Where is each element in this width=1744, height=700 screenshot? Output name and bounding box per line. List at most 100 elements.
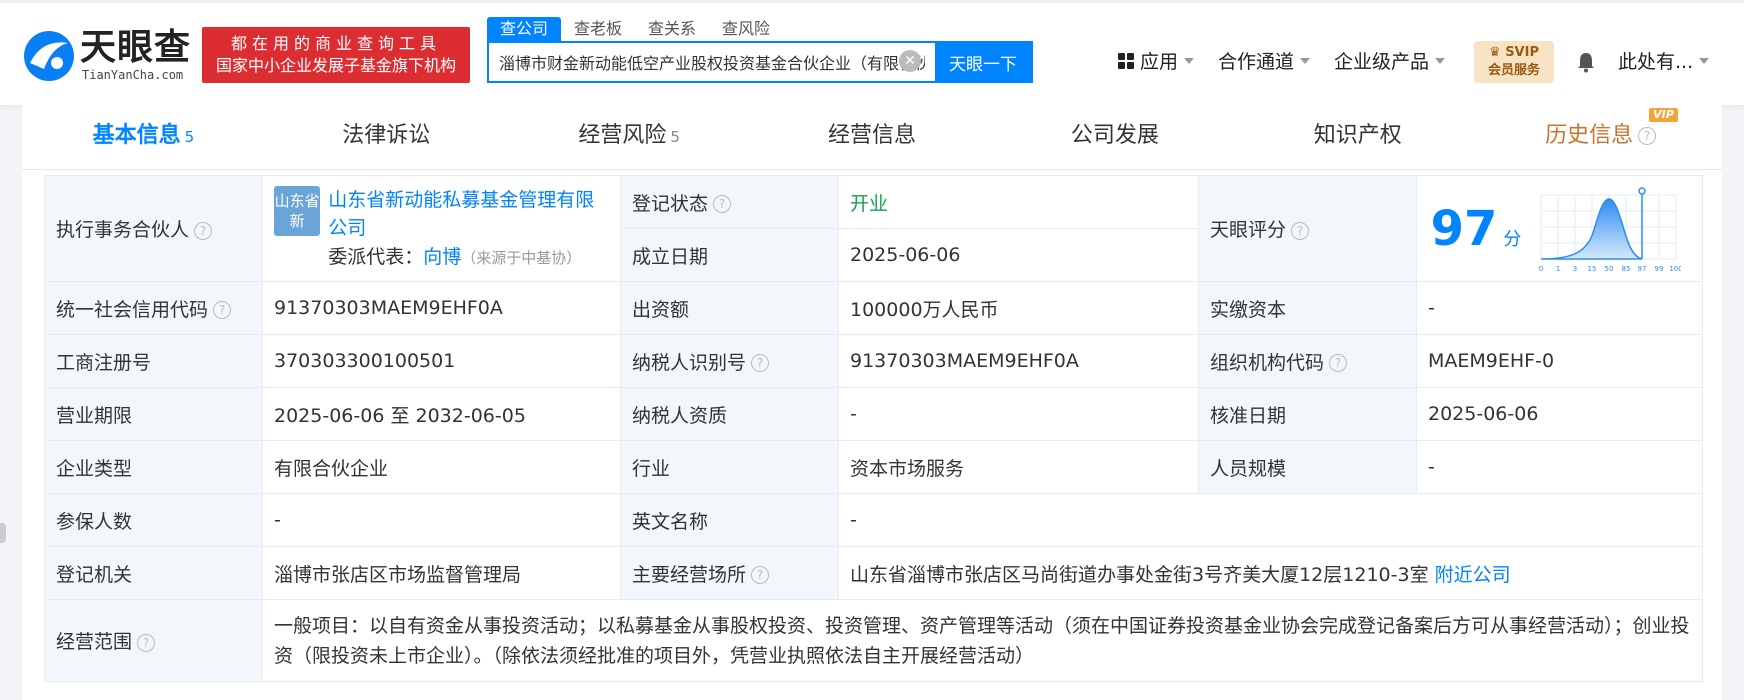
- tax-label-cell: 纳税人识别号?: [620, 334, 839, 388]
- search-tab-company[interactable]: 查公司: [487, 17, 562, 41]
- help-icon[interactable]: ?: [751, 354, 770, 372]
- search-box: ✕ 天眼一下: [487, 41, 1033, 83]
- clear-icon[interactable]: ✕: [899, 50, 921, 72]
- authority-value: 淄博市张店区市场监督管理局: [262, 546, 621, 600]
- insured-label: 参保人数: [44, 493, 263, 547]
- score-cell[interactable]: 97 分 0 1 3 15 50 85 97 99 100: [1416, 175, 1703, 282]
- tab-label: 经营风险: [578, 123, 667, 148]
- rep-name-link[interactable]: 向博: [423, 246, 461, 268]
- search-input[interactable]: [489, 43, 935, 81]
- table-row: 工商注册号 370303300100501 纳税人识别号? 91370303MA…: [44, 334, 1703, 388]
- logo-subtext: TianYanCha.com: [82, 68, 184, 82]
- tab-ip[interactable]: 知识产权: [1236, 105, 1479, 169]
- score-tick: 50: [1605, 265, 1614, 273]
- partner-cell: 山东省新 山东省新动能私募基金管理有限公司 委派代表：向博（来源于中基协）: [262, 175, 621, 282]
- logo-text: 天眼查: [80, 27, 192, 68]
- nav-enterprise-products[interactable]: 企业级产品: [1334, 47, 1446, 74]
- vip-badge: VIP: [1649, 108, 1678, 122]
- table-row: 参保人数 - 英文名称 -: [44, 493, 1703, 547]
- tab-label: 法律诉讼: [342, 123, 431, 148]
- user-menu[interactable]: 此处有...: [1618, 47, 1710, 74]
- top-nav: 应用 合作通道 企业级产品: [1118, 47, 1469, 74]
- status-label-cell: 登记状态?: [620, 175, 839, 229]
- insured-value: -: [262, 493, 621, 547]
- partner-label-cell: 执行事务合伙人?: [44, 175, 263, 282]
- svip-service-label: 会员服务: [1487, 63, 1540, 78]
- nav-enterprise-label: 企业级产品: [1334, 51, 1430, 73]
- help-icon[interactable]: ?: [194, 221, 213, 240]
- credit-value: 91370303MAEM9EHF0A: [262, 281, 621, 335]
- score-distribution-chart: 0 1 3 15 50 85 97 99 100: [1539, 186, 1681, 273]
- partner-block: 山东省新 山东省新动能私募基金管理有限公司 委派代表：向博（来源于中基协）: [274, 186, 609, 271]
- staff-value: -: [1416, 440, 1703, 494]
- authority-label: 登记机关: [44, 546, 263, 600]
- nav-cooperation[interactable]: 合作通道: [1218, 47, 1311, 74]
- address-label-cell: 主要经营场所?: [620, 546, 839, 600]
- score-tick: 100: [1669, 265, 1681, 273]
- tab-operation[interactable]: 经营信息: [751, 105, 994, 169]
- app-root: 天眼查 TianYanCha.com 都在用的商业查询工具 国家中小企业发展子基…: [0, 0, 1744, 700]
- basic-info-table: 执行事务合伙人? 山东省新 山东省新动能私募基金管理有限公司 委派代表：向博（来…: [44, 175, 1703, 682]
- nav-cooperation-label: 合作通道: [1218, 51, 1295, 73]
- score-block: 97 分 0 1 3 15 50 85 97 99 100: [1421, 183, 1698, 275]
- score-display: 97 分: [1421, 201, 1531, 257]
- status-value: 开业: [838, 175, 1199, 229]
- svip-button[interactable]: ♛ SVIP 会员服务: [1474, 41, 1554, 83]
- table-row: 执行事务合伙人? 山东省新 山东省新动能私募基金管理有限公司 委派代表：向博（来…: [44, 175, 1703, 282]
- tax-value: 91370303MAEM9EHF0A: [838, 334, 1199, 388]
- capital-label: 出资额: [620, 281, 839, 335]
- partner-name-link[interactable]: 山东省新动能私募基金管理有限公司: [328, 186, 609, 242]
- reg-value: 370303300100501: [262, 334, 621, 388]
- help-icon[interactable]: ?: [1638, 127, 1657, 145]
- basic-info-panel: 执行事务合伙人? 山东省新 山东省新动能私募基金管理有限公司 委派代表：向博（来…: [22, 170, 1722, 700]
- tab-label: 历史信息: [1545, 123, 1634, 148]
- term-label: 营业期限: [44, 387, 263, 441]
- help-icon[interactable]: ?: [1291, 221, 1310, 240]
- help-icon[interactable]: ?: [1329, 354, 1348, 372]
- score-label-cell: 天眼评分?: [1198, 175, 1417, 282]
- user-name: 此处有...: [1618, 51, 1694, 73]
- partner-info: 山东省新动能私募基金管理有限公司 委派代表：向博（来源于中基协）: [328, 186, 609, 271]
- tab-history[interactable]: 历史信息? VIP: [1479, 105, 1722, 169]
- status-label: 登记状态: [632, 192, 709, 215]
- chevron-down-icon: [1435, 57, 1446, 64]
- tab-risk[interactable]: 经营风险 5: [508, 105, 751, 169]
- nav-apps-label: 应用: [1140, 51, 1179, 73]
- tab-development[interactable]: 公司发展: [993, 105, 1236, 169]
- search-type-tabs: 查公司 查老板 查关系 查风险: [487, 17, 783, 41]
- slogan-banner: 都在用的商业查询工具 国家中小企业发展子基金旗下机构: [202, 27, 470, 83]
- partner-logo: 山东省新: [274, 186, 321, 236]
- approve-label: 核准日期: [1198, 387, 1417, 441]
- tab-count: 5: [184, 128, 195, 146]
- table-row: 营业期限 2025-06-06 至 2032-06-05 纳税人资质 - 核准日…: [44, 387, 1703, 441]
- staff-label: 人员规模: [1198, 440, 1417, 494]
- tianyancha-logo-icon: [24, 31, 74, 81]
- address-label: 主要经营场所: [632, 563, 747, 586]
- bell-icon[interactable]: [1576, 51, 1596, 73]
- score-unit: 分: [1503, 228, 1522, 250]
- rep-source: （来源于中基协）: [461, 249, 582, 267]
- search-tab-risk[interactable]: 查风险: [709, 17, 783, 41]
- logo[interactable]: 天眼查 TianYanCha.com: [22, 27, 192, 85]
- nav-apps[interactable]: 应用: [1118, 47, 1195, 74]
- section-tabs: 基本信息 5 法律诉讼 经营风险 5 经营信息 公司发展 知识产权 历史信息? VI…: [22, 105, 1722, 170]
- search-tab-boss[interactable]: 查老板: [561, 17, 635, 41]
- tab-label: 公司发展: [1070, 123, 1159, 148]
- help-icon[interactable]: ?: [137, 633, 156, 652]
- tab-count: 5: [670, 128, 680, 146]
- type-label: 企业类型: [44, 440, 263, 494]
- help-icon[interactable]: ?: [713, 195, 732, 213]
- tab-basic-info[interactable]: 基本信息 5: [22, 105, 265, 169]
- credit-label-cell: 统一社会信用代码?: [44, 281, 263, 335]
- side-handle[interactable]: [0, 523, 6, 543]
- help-icon[interactable]: ?: [751, 566, 770, 584]
- nearby-companies-link[interactable]: 附近公司: [1435, 564, 1511, 586]
- search-button[interactable]: 天眼一下: [935, 43, 1031, 81]
- help-icon[interactable]: ?: [213, 301, 232, 319]
- rep-label: 委派代表：: [328, 246, 424, 268]
- partner-label: 执行事务合伙人: [56, 219, 190, 241]
- svip-label: SVIP: [1505, 45, 1539, 60]
- term-value: 2025-06-06 至 2032-06-05: [262, 387, 621, 441]
- tab-legal[interactable]: 法律诉讼: [265, 105, 508, 169]
- search-tab-relation[interactable]: 查关系: [635, 17, 709, 41]
